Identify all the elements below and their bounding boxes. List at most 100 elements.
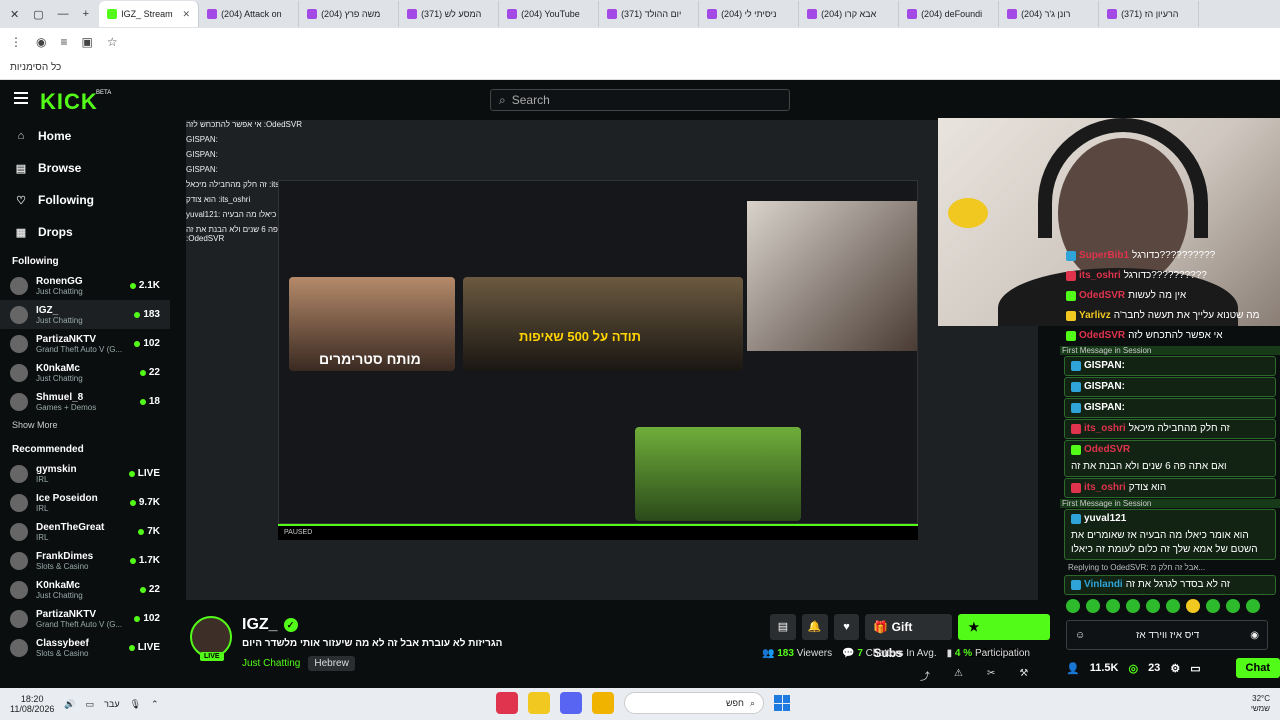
following-channel[interactable]: K0nkaMc Just Chatting 22: [0, 358, 170, 387]
notifications-bell-icon[interactable]: 🔔: [801, 614, 828, 640]
emote-icon[interactable]: [1206, 599, 1220, 613]
language-indicator[interactable]: עבר: [104, 699, 119, 709]
report-icon[interactable]: ⚠: [954, 668, 963, 683]
follow-heart-icon[interactable]: ♥: [833, 614, 860, 640]
emote-icon[interactable]: [1166, 599, 1180, 613]
chat-input[interactable]: ☺ דיס איז ווירד אז ◉: [1066, 620, 1268, 650]
share-icon[interactable]: ⤴: [920, 668, 930, 683]
following-channel[interactable]: Shmuel_8 Games + Demos 18: [0, 387, 170, 416]
bookmarks-folder-label[interactable]: כל הסימניות: [10, 62, 61, 73]
recommended-channel[interactable]: PartizaNKTV Grand Theft Auto V (G... 102: [0, 604, 170, 633]
recommended-channel[interactable]: Classybeef Slots & Casino LIVE: [0, 633, 170, 662]
browser-tab[interactable]: (204) רונן ג'ר: [999, 1, 1100, 27]
extension-icon[interactable]: ≡: [60, 35, 67, 49]
extension-icon[interactable]: ◉: [36, 35, 46, 49]
maximize-window-icon[interactable]: ▢: [33, 8, 43, 21]
tab-favicon-icon: [307, 9, 318, 19]
chat-send-button[interactable]: Chat: [1235, 658, 1280, 678]
search-input[interactable]: ⌕ Search: [490, 89, 790, 111]
heart-icon: ♡: [16, 194, 26, 207]
volume-icon[interactable]: 🔊: [64, 699, 75, 710]
bookmark-star-icon[interactable]: ☆: [107, 35, 118, 49]
browser-tab[interactable]: IGZ_ Stream ✕: [99, 1, 200, 27]
chat-footer: 👤 11.5K ◎ 23 ⚙ ▭ Chat: [1066, 656, 1280, 680]
recommended-channel[interactable]: K0nkaMc Just Chatting 22: [0, 575, 170, 604]
avatar: [10, 580, 28, 599]
minimize-window-icon[interactable]: —: [58, 8, 69, 21]
theater-mode-button[interactable]: ▤: [770, 614, 796, 640]
streamer-name[interactable]: IGZ_ ✓: [242, 616, 298, 634]
browser-tab[interactable]: (204) משה פרץ: [299, 1, 400, 27]
chrome-icon[interactable]: [528, 692, 550, 714]
mic-icon[interactable]: 🎙: [130, 699, 141, 710]
weather-widget[interactable]: 32°C שמשי: [1251, 694, 1270, 714]
mod-tools-icon[interactable]: ⚒: [1019, 668, 1028, 683]
nav-home[interactable]: ⌂ Home: [0, 120, 170, 152]
show-more-following[interactable]: Show More: [0, 416, 170, 436]
nav-following[interactable]: ♡ Following: [0, 184, 170, 216]
chat-message: its_oshri כדורגל??????????: [1060, 266, 1280, 286]
emote-icon[interactable]: [1246, 599, 1260, 613]
emote-icon[interactable]: [1226, 599, 1240, 613]
chat-bubble-icon[interactable]: ▭: [1190, 662, 1200, 675]
recommended-channel[interactable]: FrankDimes Slots & Casino 1.7K: [0, 546, 170, 575]
gift-subs-button[interactable]: 🎁 Gift Subs: [865, 614, 953, 660]
taskbar-apps: חפש ⌕: [496, 692, 790, 714]
following-channel[interactable]: RonenGG Just Chatting 2.1K: [0, 271, 170, 300]
chat-settings-icon[interactable]: ⚙: [1170, 662, 1180, 675]
video-playbar[interactable]: PAUSED: [278, 524, 918, 540]
recommended-channel[interactable]: Ice Poseidon IRL 9.7K: [0, 488, 170, 517]
language-tag[interactable]: Hebrew: [308, 656, 355, 671]
emote-icon[interactable]: [1066, 599, 1080, 613]
browser-tab[interactable]: (371) הרעיון הז: [1099, 1, 1200, 27]
taskbar-app-icon[interactable]: [496, 692, 518, 714]
browser-tab[interactable]: (371) המסע לש: [399, 1, 500, 27]
following-channel[interactable]: IGZ_ Just Chatting 183: [0, 300, 170, 329]
file-explorer-icon[interactable]: [592, 692, 614, 714]
clip-icon[interactable]: ✂: [987, 668, 995, 683]
extension-icon[interactable]: ▣: [82, 35, 93, 49]
new-tab-button[interactable]: +: [83, 8, 89, 21]
display-icon[interactable]: ▭: [86, 699, 95, 710]
emote-icon[interactable]: [1146, 599, 1160, 613]
recommended-channel[interactable]: DeenTheGreat IRL 7K: [0, 517, 170, 546]
close-tab-icon[interactable]: ✕: [183, 9, 191, 20]
participation-stat: ▮ 4 % Participation: [946, 648, 1030, 659]
hamburger-menu-icon[interactable]: [14, 92, 28, 104]
browser-tab[interactable]: (204) אבא קרו: [799, 1, 900, 27]
video-player[interactable]: אי אפשר להתכחש לזה :OdedSVR GISPAN: GISP…: [186, 120, 1038, 600]
emote-icon[interactable]: [1186, 599, 1200, 613]
menu-dots-icon[interactable]: ⋮: [10, 35, 22, 49]
browser-tab[interactable]: (204) ניסיתי לי: [699, 1, 800, 27]
taskbar-search[interactable]: חפש ⌕: [624, 692, 764, 714]
emote-bar: [1066, 599, 1276, 615]
windows-start-icon[interactable]: [774, 695, 790, 711]
recommended-channel[interactable]: gymskin IRL LIVE: [0, 459, 170, 488]
mod-icon[interactable]: ◉: [1250, 630, 1259, 641]
stream-title: הגריזות לא עוברת אבל זה לא מה שיעזור אות…: [242, 638, 503, 649]
nav-browse[interactable]: ▤ Browse: [0, 152, 170, 184]
browser-tab[interactable]: (204) deFoundi: [899, 1, 1000, 27]
chat-message: OdedSVR אי אפשר להתכחש לזה: [1060, 326, 1280, 346]
live-badge: LIVE: [200, 652, 224, 661]
nav-drops[interactable]: ▦ Drops: [0, 216, 170, 248]
browser-tab[interactable]: (371) יום ההולד: [599, 1, 700, 27]
following-channel[interactable]: PartizaNKTV Grand Theft Auto V (G... 102: [0, 329, 170, 358]
taskbar-tray-left: 18:20 11/08/2026 🔊 ▭ עבר 🎙 ⌃: [0, 694, 159, 714]
recommended-title: Recommended: [12, 444, 84, 455]
tray-chevron-icon[interactable]: ⌃: [151, 699, 159, 710]
browser-tab[interactable]: (204) Attack on: [199, 1, 300, 27]
discord-icon[interactable]: [560, 692, 582, 714]
emote-icon[interactable]: [1126, 599, 1140, 613]
tab-favicon-icon: [507, 9, 518, 19]
taskbar-clock[interactable]: 18:20 11/08/2026: [10, 694, 54, 714]
close-window-icon[interactable]: ✕: [10, 8, 19, 21]
emote-icon[interactable]: [1106, 599, 1120, 613]
kick-logo[interactable]: KICK: [40, 89, 98, 115]
subscribe-button[interactable]: ★ Subscribe: [958, 614, 1051, 660]
live-dot-icon: [134, 615, 141, 622]
emote-icon[interactable]: [1086, 599, 1100, 613]
emoji-icon[interactable]: ☺: [1075, 630, 1085, 641]
live-dot-icon: [129, 557, 136, 564]
browser-tab[interactable]: (204) YouTube: [499, 1, 600, 27]
